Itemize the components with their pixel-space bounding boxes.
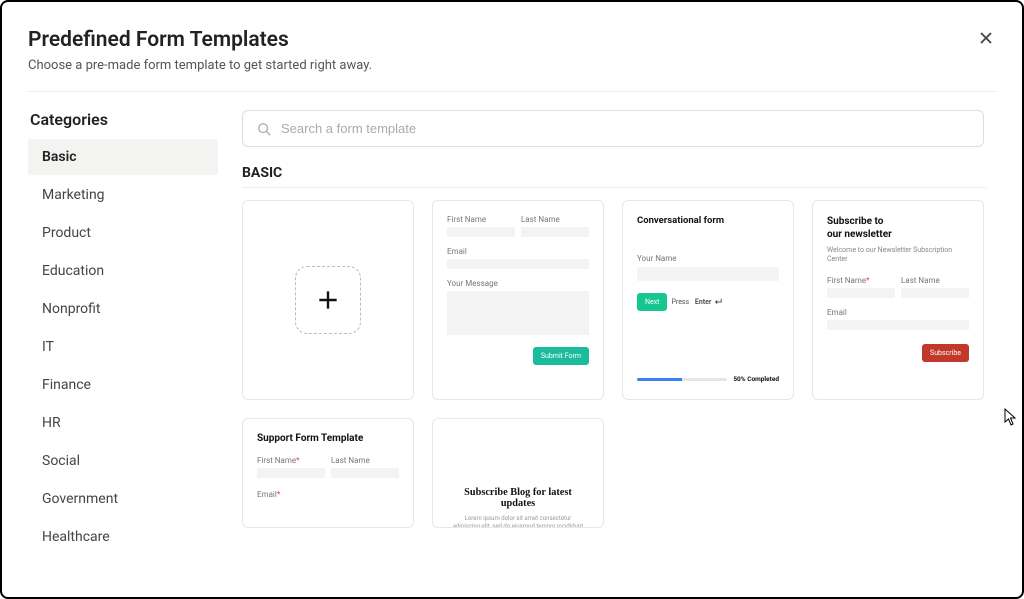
section-heading: BASIC (242, 165, 996, 181)
category-nonprofit[interactable]: Nonprofit (28, 291, 218, 327)
blog-subscribe-card[interactable]: Subscribe Blog for latest updates Lorem … (432, 418, 604, 528)
category-it[interactable]: IT (28, 329, 218, 365)
category-healthcare[interactable]: Healthcare (28, 519, 218, 555)
newsletter-card[interactable]: Subscribe to our newsletter Welcome to o… (812, 200, 984, 400)
close-icon (978, 30, 994, 46)
newsletter-last-name: Last Name (901, 276, 969, 285)
search-input[interactable] (281, 121, 969, 136)
main-panel: BASIC First Name Last Name Email (242, 110, 996, 587)
support-last-name: Last Name (331, 456, 399, 465)
search-icon (257, 122, 271, 136)
progress-row: 50% Completed (637, 375, 779, 383)
label-first-name: First Name (447, 215, 515, 224)
next-button: Next (637, 293, 667, 311)
blog-lorem: Lorem ipsum dolor sit amet consectetur a… (447, 515, 589, 528)
templates-scroll[interactable]: First Name Last Name Email Your Message … (242, 187, 996, 587)
label-email: Email (447, 247, 589, 256)
conversational-form-card[interactable]: Conversational form Your Name Next Press… (622, 200, 794, 400)
template-modal: Predefined Form Templates Choose a pre-m… (0, 0, 1024, 599)
support-form-card[interactable]: Support Form Template First Name* Last N… (242, 418, 414, 528)
categories-sidebar: Categories Basic Marketing Product Educa… (28, 110, 218, 587)
template-grid: First Name Last Name Email Your Message … (242, 187, 986, 528)
label-message: Your Message (447, 279, 589, 288)
press-enter-hint: Press Enter (671, 298, 723, 306)
close-button[interactable] (974, 26, 998, 55)
newsletter-first-name: First Name* (827, 276, 895, 285)
modal-header: Predefined Form Templates Choose a pre-m… (28, 28, 996, 92)
support-email: Email* (257, 490, 399, 499)
contact-form-card[interactable]: First Name Last Name Email Your Message … (432, 200, 604, 400)
plus-icon (315, 287, 341, 313)
submit-form-button: Submit Form (533, 347, 589, 365)
conversational-title: Conversational form (637, 215, 779, 226)
newsletter-welcome: Welcome to our Newsletter Subscription C… (827, 246, 969, 264)
category-hr[interactable]: HR (28, 405, 218, 441)
support-title: Support Form Template (257, 433, 399, 444)
newsletter-title: Subscribe to our newsletter (827, 215, 969, 241)
enter-icon (713, 298, 723, 306)
category-marketing[interactable]: Marketing (28, 177, 218, 213)
search-field-wrapper[interactable] (242, 110, 984, 147)
category-basic[interactable]: Basic (28, 139, 218, 175)
category-product[interactable]: Product (28, 215, 218, 251)
support-first-name: First Name* (257, 456, 325, 465)
categories-heading: Categories (28, 110, 218, 129)
category-finance[interactable]: Finance (28, 367, 218, 403)
modal-body: Categories Basic Marketing Product Educa… (28, 92, 996, 587)
conversational-input (637, 267, 779, 281)
category-social[interactable]: Social (28, 443, 218, 479)
subscribe-button: Subscribe (922, 344, 969, 362)
label-your-name: Your Name (637, 254, 779, 263)
blank-template-card[interactable] (242, 200, 414, 400)
modal-title: Predefined Form Templates (28, 28, 996, 52)
category-education[interactable]: Education (28, 253, 218, 289)
category-government[interactable]: Government (28, 481, 218, 517)
blog-title: Subscribe Blog for latest updates (447, 487, 589, 509)
blank-dashed-box (295, 266, 361, 334)
label-last-name: Last Name (521, 215, 589, 224)
modal-subtitle: Choose a pre-made form template to get s… (28, 58, 996, 73)
newsletter-email: Email (827, 308, 969, 317)
progress-text: 50% Completed (733, 375, 779, 383)
